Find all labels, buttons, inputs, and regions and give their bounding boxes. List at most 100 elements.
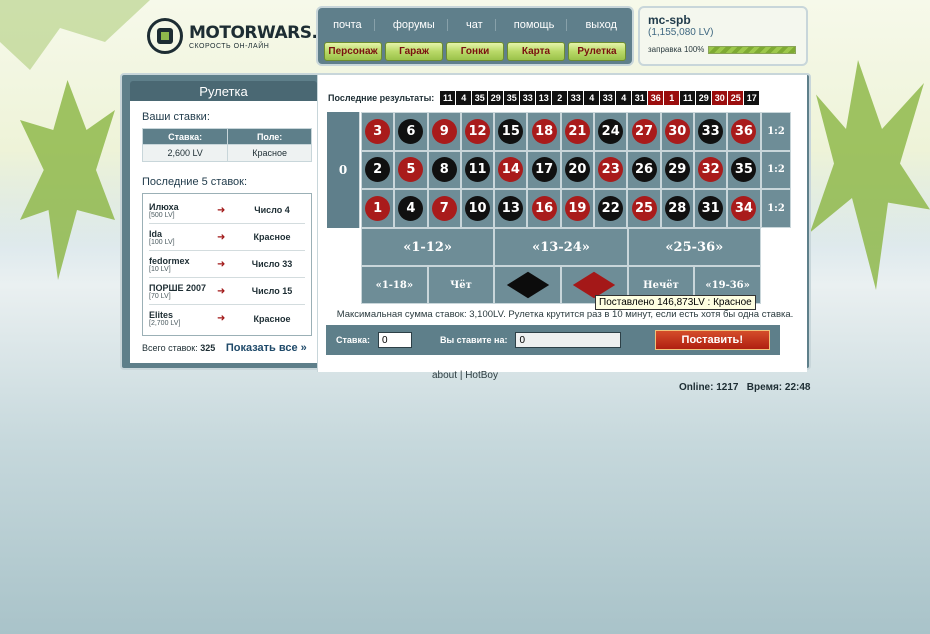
place-bet-button[interactable]: Поставить! — [654, 330, 770, 350]
number-cell[interactable]: 4 — [394, 189, 428, 228]
races-button[interactable]: Гонки — [446, 42, 504, 61]
map-button[interactable]: Карта — [507, 42, 565, 61]
dozen-bet-3[interactable]: «25-36» — [627, 228, 761, 266]
number-cell[interactable]: 16 — [527, 189, 561, 228]
result-badge: 33 — [600, 91, 616, 105]
garage-button[interactable]: Гараж — [385, 42, 443, 61]
number-cell[interactable]: 30 — [660, 112, 694, 151]
stake-input[interactable] — [377, 332, 412, 348]
number-cell[interactable]: 28 — [660, 189, 694, 228]
list-item: fedormex [10 LV] ➜ Число 33 — [149, 251, 305, 278]
total-bets-label: Всего ставок: — [142, 343, 198, 353]
nav-link-chat[interactable]: чат — [454, 19, 496, 31]
number-cell[interactable]: 21 — [560, 112, 595, 151]
number-cell[interactable]: 33 — [693, 112, 728, 151]
nav-link-logout[interactable]: выход — [573, 19, 628, 31]
online-status: Online: 1217 Время: 22:48 — [679, 382, 811, 393]
result-badge: 33 — [568, 91, 584, 105]
number-chip: 3 — [365, 118, 391, 144]
result-badge: 33 — [520, 91, 536, 105]
number-cell[interactable]: 29 — [660, 150, 694, 190]
list-item: Ida [100 LV] ➜ Красное — [149, 224, 305, 251]
number-cell[interactable]: 9 — [427, 112, 461, 151]
number-cell[interactable]: 34 — [727, 189, 761, 228]
number-chip: 20 — [564, 157, 590, 183]
number-chip: 7 — [431, 195, 457, 221]
even-bet[interactable]: Чёт — [427, 266, 495, 304]
number-chip: 9 — [431, 118, 457, 144]
number-cell[interactable]: 23 — [594, 150, 628, 190]
low-bet[interactable]: «1-18» — [361, 266, 428, 304]
number-cell[interactable]: 3 — [361, 112, 395, 151]
fuel-bar — [708, 45, 797, 54]
number-cell[interactable]: 20 — [560, 150, 595, 190]
result-badge: 4 — [584, 91, 600, 105]
number-cell[interactable]: 1 — [361, 189, 395, 228]
bet-target: Красное — [253, 232, 291, 242]
fuel-bar-fill — [709, 46, 796, 53]
character-button[interactable]: Персонаж — [324, 42, 382, 61]
player-name[interactable]: fedormex — [149, 256, 217, 266]
number-cell[interactable]: 18 — [527, 112, 561, 151]
number-cell[interactable]: 24 — [594, 112, 628, 151]
number-cell[interactable]: 25 — [627, 189, 661, 228]
number-chip: 26 — [631, 157, 657, 183]
number-cell[interactable]: 32 — [693, 150, 728, 190]
column-bet-bottom[interactable]: 1:2 — [761, 189, 791, 228]
number-cell[interactable]: 8 — [427, 150, 461, 190]
number-cell[interactable]: 11 — [460, 150, 495, 190]
logo[interactable]: MOTORWARS.RU СКОРОСТЬ ОН-ЛАЙН — [147, 18, 344, 54]
number-cell[interactable]: 31 — [693, 189, 728, 228]
number-cell[interactable]: 36 — [727, 112, 761, 151]
number-cell[interactable]: 7 — [427, 189, 461, 228]
fuel-status: заправка 100% — [648, 45, 798, 54]
number-cell[interactable]: 5 — [394, 150, 428, 190]
dozen-bet-2[interactable]: «13-24» — [494, 228, 628, 266]
number-cell[interactable]: 12 — [460, 112, 495, 151]
player-name[interactable]: Elites — [149, 310, 217, 320]
nav-link-forums[interactable]: форумы — [381, 19, 448, 31]
number-cell[interactable]: 10 — [460, 189, 495, 228]
player-name[interactable]: Ida — [149, 229, 217, 239]
number-chip: 24 — [598, 118, 624, 144]
number-cell[interactable]: 26 — [627, 150, 661, 190]
number-chip: 30 — [664, 118, 690, 144]
about-link[interactable]: about — [432, 370, 457, 381]
column-header-stake: Ставка: — [141, 128, 229, 145]
username[interactable]: mc-spb — [648, 13, 798, 27]
dozen-bet-1[interactable]: «1-12» — [361, 228, 495, 266]
number-chip: 17 — [531, 157, 557, 183]
number-cell[interactable]: 15 — [494, 112, 528, 151]
target-input[interactable] — [515, 332, 622, 348]
bets-sidebar: Ваши ставки: Ставка: Поле: 2,600 LV Крас… — [130, 101, 317, 363]
number-chip: 16 — [531, 195, 557, 221]
arrow-right-icon: ➜ — [217, 231, 226, 243]
player-name[interactable]: Илюха — [149, 202, 217, 212]
player-name[interactable]: ПОРШЕ 2007 — [149, 283, 217, 293]
number-cell[interactable]: 35 — [727, 150, 761, 190]
number-grid: 3 6 9 12 15 18 21 24 27 30 33 36 2 5 8 11 14 17 20 23 26 29 32… — [361, 112, 761, 228]
column-bet-middle[interactable]: 1:2 — [761, 150, 791, 190]
number-cell[interactable]: 19 — [560, 189, 595, 228]
roulette-panel: Рулетка Ваши ставки: Ставка: Поле: 2,600… — [120, 73, 811, 372]
number-chip: 12 — [465, 118, 491, 144]
hotboy-link[interactable]: HotBoy — [465, 370, 498, 381]
number-cell[interactable]: 17 — [527, 150, 561, 190]
number-chip: 14 — [498, 157, 524, 183]
black-bet[interactable] — [494, 266, 561, 304]
number-chip: 34 — [731, 195, 757, 221]
number-cell[interactable]: 13 — [494, 189, 528, 228]
zero-cell[interactable]: 0 — [327, 112, 360, 228]
bet-amount: [70 LV] — [149, 292, 171, 300]
nav-link-help[interactable]: помощь — [502, 19, 568, 31]
number-cell[interactable]: 27 — [627, 112, 661, 151]
result-badge: 35 — [504, 91, 520, 105]
show-all-link[interactable]: Показать все » — [226, 342, 307, 354]
number-cell[interactable]: 6 — [394, 112, 428, 151]
nav-link-mail[interactable]: почта — [321, 19, 375, 31]
number-cell[interactable]: 2 — [361, 150, 395, 190]
number-cell[interactable]: 22 — [594, 189, 628, 228]
number-cell[interactable]: 14 — [494, 150, 528, 190]
column-bet-top[interactable]: 1:2 — [761, 112, 791, 151]
roulette-button[interactable]: Рулетка — [568, 42, 626, 61]
